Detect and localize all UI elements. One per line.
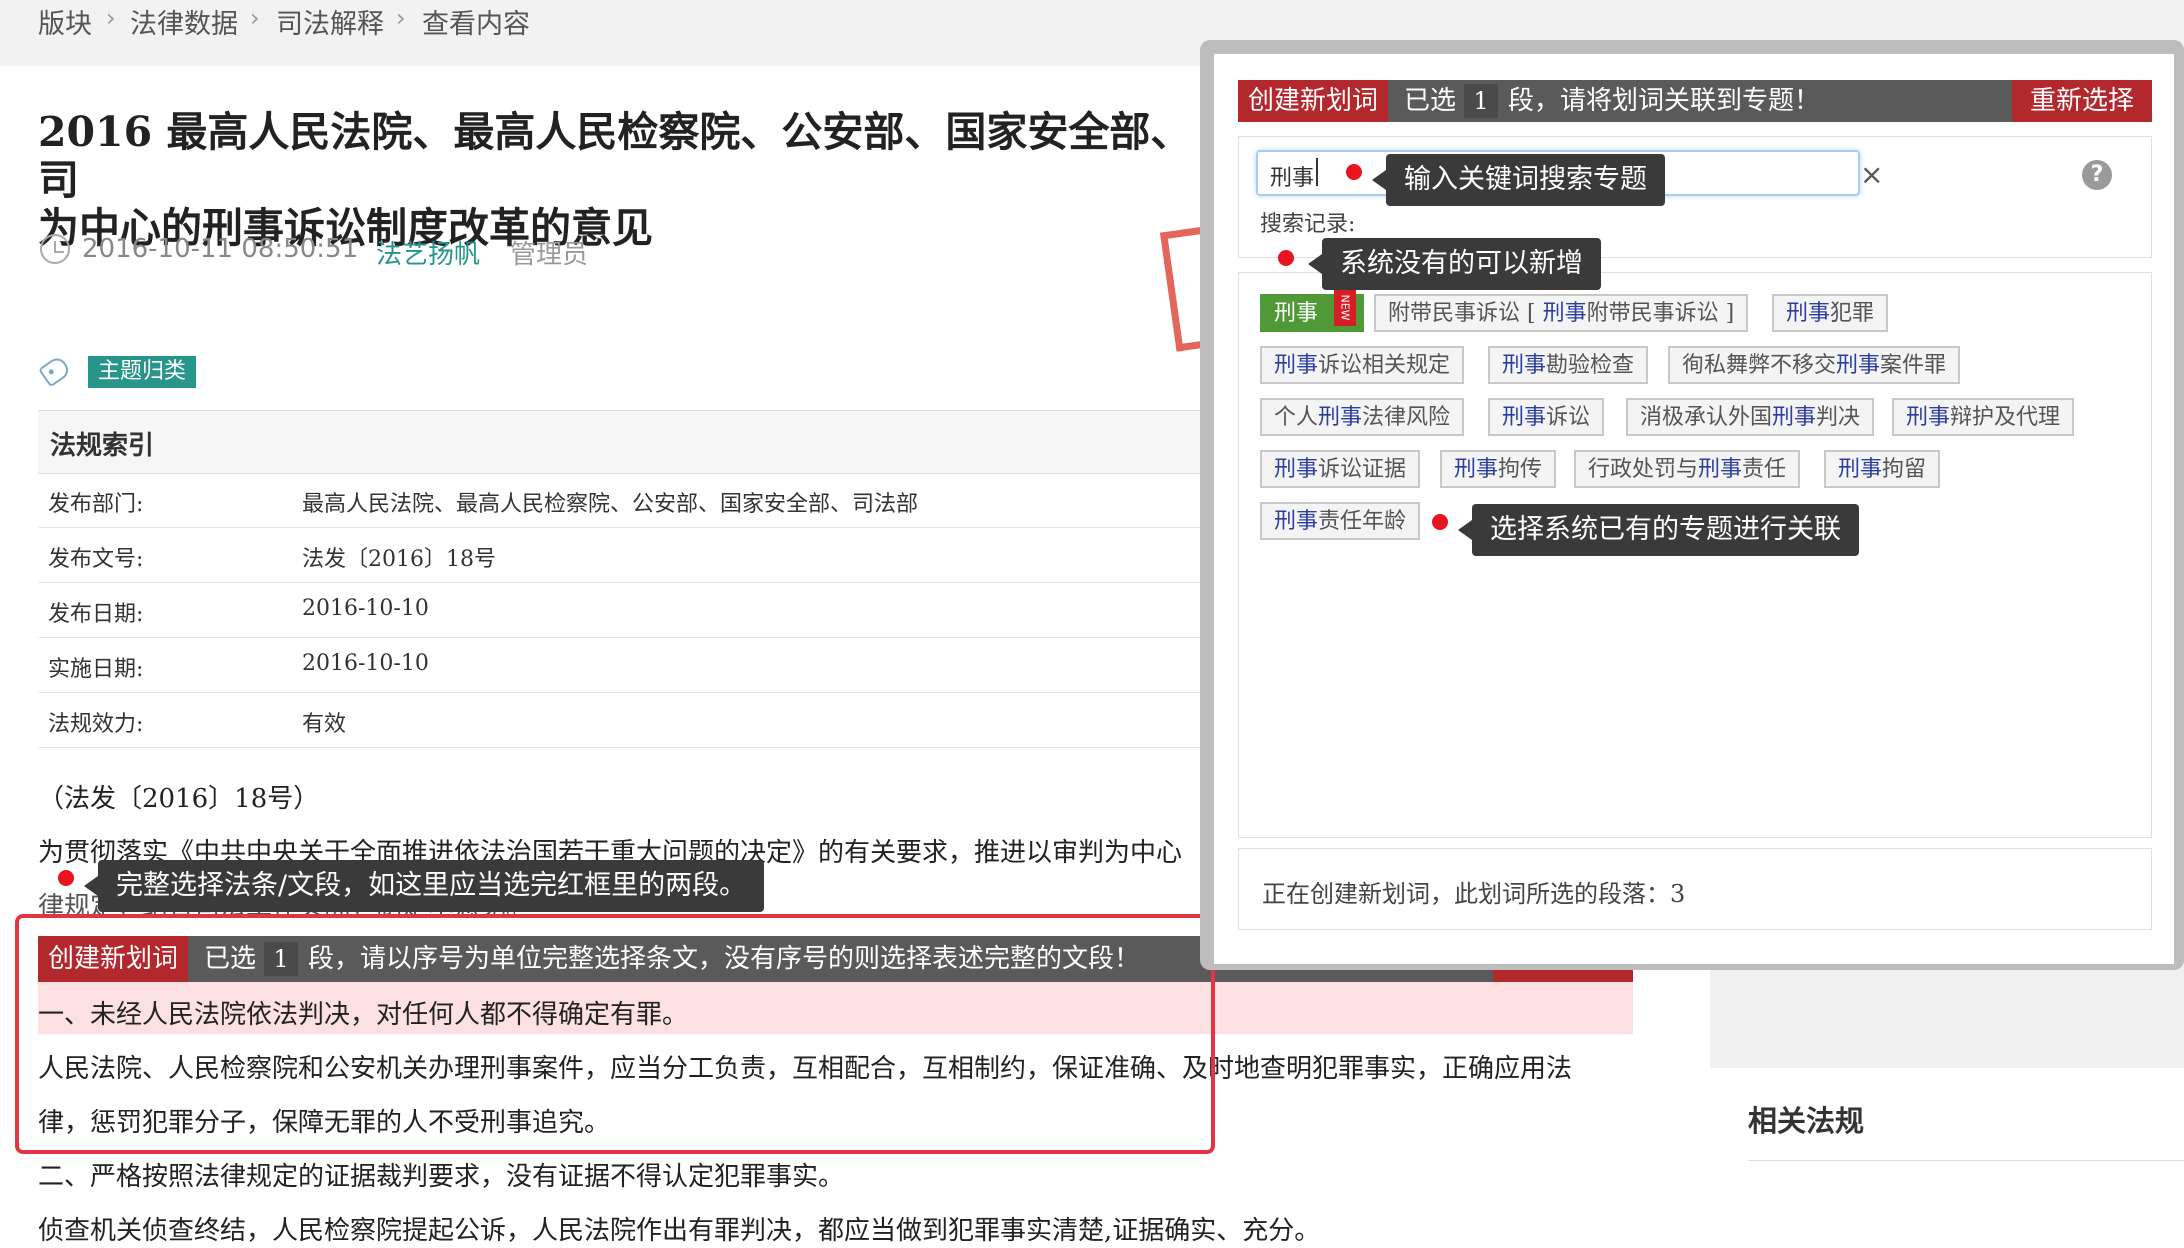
row-value: 有效	[302, 712, 347, 737]
row-key: 发布文号:	[48, 547, 144, 572]
guide-dot	[58, 870, 74, 886]
regulation-index-title: 法规索引	[50, 431, 155, 461]
search-input-value[interactable]: 刑事	[1270, 160, 1314, 192]
breadcrumb-separator: ›	[106, 4, 116, 32]
row-value: 最高人民法院、最高人民检察院、公安部、国家安全部、司法部	[302, 492, 919, 517]
topic-chip[interactable]: 刑事辩护及代理	[1892, 398, 2075, 436]
footer-status-text: 正在创建新划词，此划词所选的段落：3	[1262, 880, 1686, 908]
topic-chip[interactable]: 刑事勘验检查	[1488, 346, 1649, 384]
clock-icon	[40, 234, 70, 264]
topic-chip[interactable]: 刑事拘传	[1440, 450, 1557, 488]
text-caret	[1316, 158, 1318, 186]
breadcrumb-item-judicial-interpretation[interactable]: 司法解释	[276, 2, 384, 41]
breadcrumb-separator: ›	[396, 4, 406, 32]
author-role: 管理员	[510, 240, 589, 270]
topic-category-badge[interactable]: 主题归类	[88, 356, 197, 388]
topic-chip[interactable]: 刑事诉讼证据	[1260, 450, 1421, 488]
tooltip-select-full: 完整选择法条/文段，如这里应当选完红框里的两段。	[83, 860, 765, 912]
popup-instruction: 段，请将划词关联到专题！	[1508, 86, 1821, 116]
related-regulations-title: 相关法规	[1748, 1104, 1865, 1138]
topic-chip[interactable]: 行政处罚与刑事责任	[1574, 450, 1801, 488]
row-value: 2016-10-10	[302, 596, 429, 621]
row-key: 发布部门:	[48, 492, 144, 517]
popup-header-bar: 创建新划词 已选 1 段，请将划词关联到专题！ 重新选择	[1238, 80, 2152, 122]
selection-guide-frame	[15, 914, 1215, 1154]
search-history-label: 搜索记录:	[1260, 212, 1356, 237]
row-value: 法发〔2016〕18号	[302, 547, 496, 572]
topic-chip[interactable]: 徇私舞弊不移交刑事案件罪	[1668, 346, 1961, 384]
clear-search-icon[interactable]: ×	[1860, 158, 1883, 191]
table-row: 发布部门: 最高人民法院、最高人民检察院、公安部、国家安全部、司法部	[38, 472, 1218, 528]
regulation-index-header: 法规索引	[38, 410, 1218, 474]
topic-chip[interactable]: 消极承认外国刑事判决	[1626, 398, 1875, 436]
publish-datetime: 2016-10-11 08:50:51	[82, 234, 359, 264]
table-row: 法规效力: 有效	[38, 692, 1218, 748]
row-key: 法规效力:	[48, 712, 144, 737]
clause-paragraph-line[interactable]: 侦查机关侦查终结，人民检察院提起公诉，人民法院作出有罪判决，都应当做到犯罪事实清…	[38, 1210, 1320, 1247]
topic-chip[interactable]: 个人刑事法律风险	[1260, 398, 1465, 436]
document-number: （法发〔2016〕18号）	[38, 784, 320, 814]
topic-chip[interactable]: 刑事犯罪	[1772, 294, 1889, 332]
selected-count: 1	[1464, 84, 1498, 118]
topic-chip[interactable]: 刑事诉讼	[1488, 398, 1605, 436]
row-key: 发布日期:	[48, 602, 144, 627]
popup-reselect-button[interactable]: 重新选择	[2011, 80, 2152, 122]
help-icon[interactable]: ?	[2082, 160, 2112, 190]
row-value: 2016-10-10	[302, 651, 429, 676]
row-key: 实施日期:	[48, 657, 144, 682]
topic-chip[interactable]: 刑事责任年龄	[1260, 502, 1421, 540]
guide-dot	[1278, 250, 1294, 266]
popup-create-highlight-label: 创建新划词	[1238, 80, 1389, 122]
guide-dot	[1346, 164, 1362, 180]
tag-icon	[38, 354, 72, 388]
breadcrumb-item-view-content: 查看内容	[422, 9, 530, 40]
guide-dot	[1432, 514, 1448, 530]
table-row: 发布文号: 法发〔2016〕18号	[38, 527, 1218, 583]
tooltip-add-new: 系统没有的可以新增	[1308, 238, 1601, 290]
breadcrumb-item-legal-data[interactable]: 法律数据	[130, 2, 238, 41]
topic-keyword: 刑事	[1274, 301, 1319, 326]
table-row: 实施日期: 2016-10-10	[38, 637, 1218, 693]
author-link[interactable]: 法艺扬帆	[376, 234, 480, 271]
topic-chip[interactable]: 刑事诉讼相关规定	[1260, 346, 1465, 384]
tooltip-link-existing: 选择系统已有的专题进行关联	[1458, 504, 1859, 556]
table-row: 发布日期: 2016-10-10	[38, 582, 1218, 638]
related-regulations-box	[1708, 1068, 2184, 1248]
divider	[1748, 1160, 2184, 1161]
new-ribbon-icon: NEW	[1334, 290, 1357, 326]
tooltip-search-topic: 输入关键词搜索专题	[1372, 154, 1665, 206]
topic-chip[interactable]: 刑事拘留	[1824, 450, 1941, 488]
selected-prefix: 已选	[1404, 86, 1457, 116]
breadcrumb-separator: ›	[250, 4, 260, 32]
breadcrumb-item-section[interactable]: 版块	[38, 2, 92, 41]
topic-chip-new[interactable]: 刑事 NEW	[1260, 290, 1365, 332]
topic-chip[interactable]: 附带民事诉讼 [ 刑事附带民事诉讼 ]	[1374, 294, 1749, 332]
page-title: 2016 最高人民法院、最高人民检察院、公安部、国家安全部、司 为中心的刑事诉讼…	[38, 108, 1192, 252]
clause-heading[interactable]: 二、严格按照法律规定的证据裁判要求，没有证据不得认定犯罪事实。	[38, 1156, 844, 1193]
